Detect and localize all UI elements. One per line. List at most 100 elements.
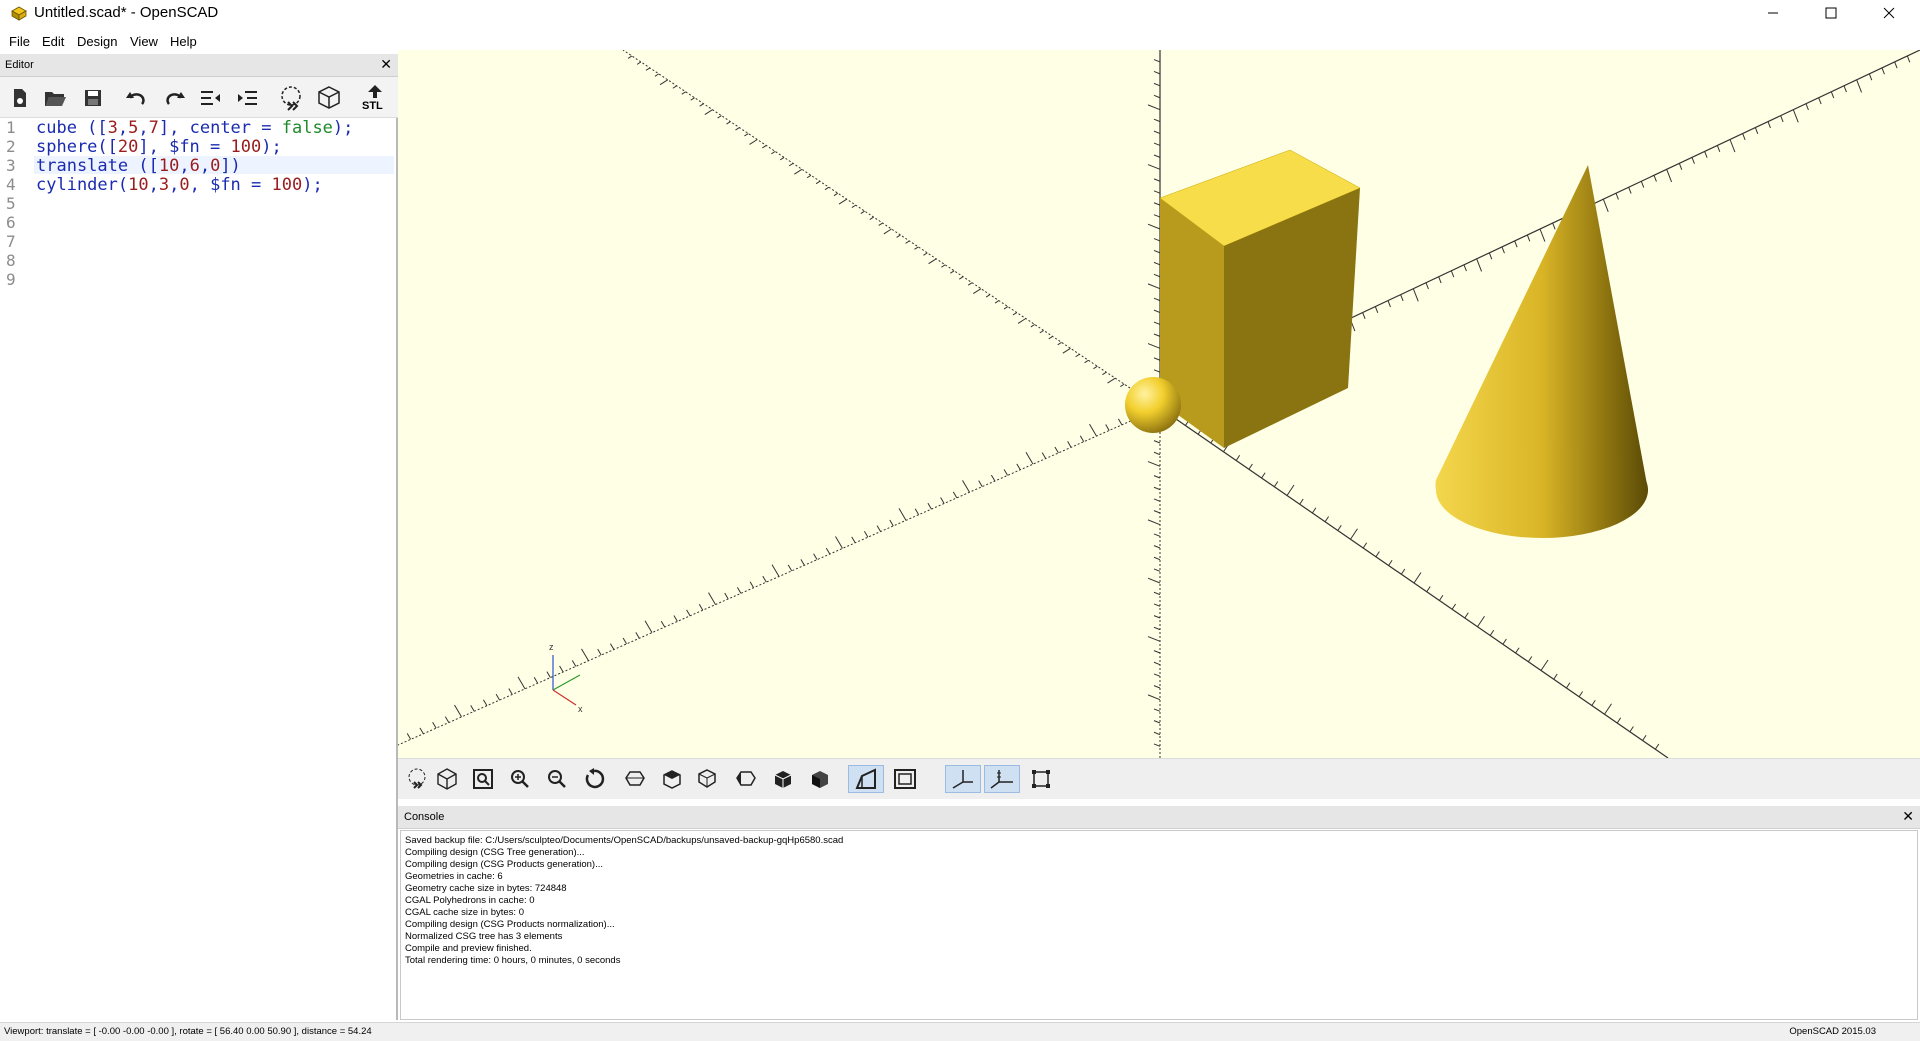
redo-button[interactable] [159,84,189,112]
scale-tick [1153,333,1161,337]
scale-tick [914,508,920,515]
view-back-button[interactable] [805,765,835,793]
show-edges-button[interactable] [1026,765,1056,793]
preview-icon [281,86,301,111]
scale-tick [1425,282,1429,290]
scale-tick [1153,545,1161,549]
scale-tick [1628,187,1632,194]
scale-tick [1147,283,1161,290]
line-number: 4 [6,175,16,194]
scale-tick [1062,347,1071,354]
show-scale-markers-button[interactable] [984,765,1020,793]
scale-tick [1153,357,1161,361]
close-window-button[interactable] [1860,0,1918,26]
scale-tick [1153,273,1161,278]
menu-design[interactable]: Design [77,34,117,49]
scale-tick [724,592,729,600]
scale-tick [1868,73,1873,81]
viewport-toolbar [398,758,1920,799]
maximize-button[interactable] [1802,0,1860,26]
scale-tick [990,474,996,482]
view-back-icon [812,771,828,788]
editor-panel-header: Editor ✕ [0,54,398,77]
open-file-button[interactable] [40,84,70,112]
scale-tick [1003,469,1009,476]
scale-tick [794,168,803,175]
console-output[interactable]: Saved backup file: C:/Users/sculpteo/Doc… [400,830,1918,1020]
close-console-icon[interactable]: ✕ [1902,808,1914,825]
preview-button[interactable] [276,84,306,112]
scale-tick [1894,61,1898,69]
scale-tick [788,162,794,167]
scale-tick [406,733,412,740]
reset-view-button[interactable] [579,765,609,793]
render-view-button[interactable] [432,765,462,793]
scale-tick [1540,659,1549,671]
indent-button[interactable] [233,84,263,112]
code-editor[interactable]: 1 2 3 4 5 6 7 8 9 cube ([3,5,7], center … [0,118,398,1020]
scale-tick [1153,261,1161,266]
viewport-canvas: z x [398,50,1920,758]
menu-edit[interactable]: Edit [42,34,64,49]
scale-tick [1153,142,1161,146]
view-left-button[interactable] [731,765,761,793]
scale-tick [876,525,882,532]
unindent-button[interactable] [195,84,225,112]
render-button[interactable] [314,84,344,112]
scale-tick [1515,647,1520,654]
scale-tick [1678,163,1683,170]
scale-tick [1153,556,1161,561]
export-stl-button[interactable]: STL [358,84,392,112]
zoom-out-button[interactable] [542,765,572,793]
undo-button[interactable] [122,84,152,112]
save-button[interactable] [78,84,108,112]
scale-tick [928,258,937,265]
scale-tick [967,282,973,286]
scale-tick [1235,454,1241,461]
new-file-button[interactable] [5,84,35,112]
cone-object [1435,165,1648,538]
menu-help[interactable]: Help [170,34,197,49]
show-axes-icon [952,770,973,789]
perspective-button[interactable] [848,765,884,793]
line-number: 6 [6,213,16,232]
scale-tick [681,91,686,95]
view-bottom-button[interactable] [692,765,722,793]
scale-tick [1107,377,1116,384]
scale-tick [1374,306,1379,314]
scale-tick [735,127,740,131]
zoom-in-button[interactable] [505,765,535,793]
minimize-button[interactable] [1744,0,1802,26]
show-axes-button[interactable] [945,765,981,793]
menu-file[interactable]: File [9,34,30,49]
scale-tick [1153,533,1161,537]
scale-tick [878,222,883,226]
editor-panel-title: Editor [5,59,34,71]
menu-view[interactable]: View [130,34,158,49]
scale-tick [1089,423,1097,437]
scale-tick [896,234,901,238]
view-right-icon [625,771,645,786]
view-top-button[interactable] [657,765,687,793]
3d-viewport[interactable]: z x [398,50,1920,758]
export-stl-label: STL [362,100,383,112]
scale-tick [973,288,982,294]
scale-tick [749,581,755,588]
scale-tick [1476,258,1483,272]
preview-view-button[interactable] [402,765,432,793]
console-line: Compiling design (CSG Products generatio… [405,859,604,870]
scale-tick [1147,519,1161,526]
scale-tick [749,139,758,145]
scale-tick [905,240,910,244]
view-right-button[interactable] [620,765,650,793]
scale-tick [1426,586,1431,593]
preview-icon [408,768,426,789]
close-editor-icon[interactable]: ✕ [380,56,392,73]
scale-tick [1153,486,1161,491]
scale-tick [1400,294,1404,302]
view-all-button[interactable] [468,765,498,793]
close-icon [1883,7,1895,19]
view-front-button[interactable] [768,765,798,793]
scale-tick [1477,615,1485,628]
orthogonal-button[interactable] [888,765,922,793]
